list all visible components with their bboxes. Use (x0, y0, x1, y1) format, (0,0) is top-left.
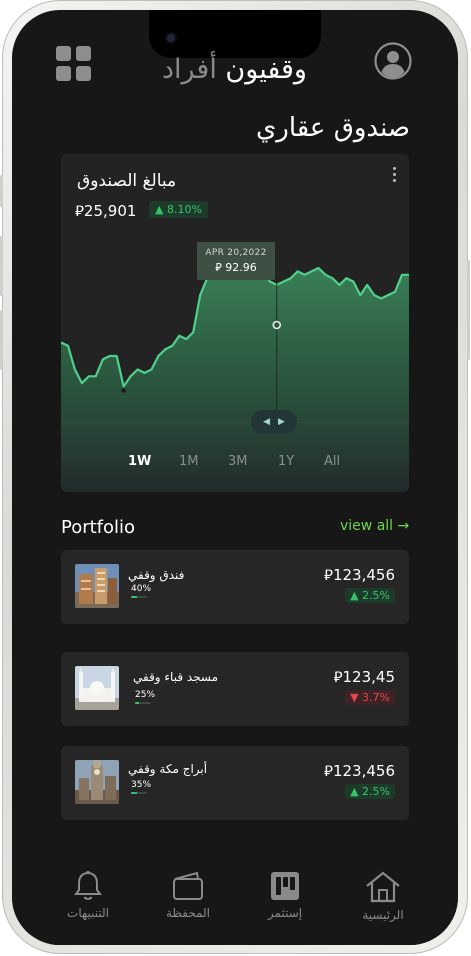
camera-icon (167, 34, 175, 42)
app-title-main: وقفيون (225, 54, 307, 85)
chart-highlight-point[interactable] (272, 320, 282, 330)
app-title: وقفيون أفراد (162, 54, 307, 85)
menu-grid-icon[interactable] (56, 46, 92, 82)
page-title: صندوق عقاري (255, 113, 410, 143)
period-all[interactable]: All (324, 454, 340, 469)
portfolio-item[interactable]: أبراج مكة وقفي 35% ⃁123,456 ▲ 2.5% (61, 746, 409, 820)
portfolio-item-name: فندق وقفي (128, 568, 185, 582)
fund-change-badge: ▲ 8.10% (149, 201, 208, 218)
tab-invest[interactable]: إستثمر (245, 870, 325, 920)
wallet-icon (173, 871, 203, 900)
fund-amount: ⃁25,901 (75, 202, 136, 221)
portfolio-item-pct: 25% (135, 690, 156, 700)
period-selector: 1W 1M 3M 1Y All (61, 454, 409, 474)
tab-notifications[interactable]: التنبيهات (48, 870, 128, 920)
portfolio-item-change: ▲ 2.5% (345, 784, 395, 799)
portfolio-item-change: ▲ 2.5% (345, 588, 395, 603)
phone-screen: وقفيون أفراد صندوق عقاري مبالغ الصندوق ⃁… (12, 10, 458, 945)
notch (149, 10, 321, 58)
portfolio-title: Portfolio (61, 517, 136, 538)
volume-up-button (0, 175, 3, 207)
profile-avatar-icon[interactable] (374, 42, 412, 80)
view-all-link[interactable]: view all → (340, 518, 409, 534)
tab-wallet[interactable]: المحفظة (148, 870, 228, 920)
portfolio-item-name: أبراج مكة وقفي (128, 762, 208, 776)
tooltip-value: 92.96 (225, 261, 257, 274)
portfolio-item-progress (135, 702, 151, 704)
portfolio-item-amount: ⃁123,456 (324, 566, 395, 584)
period-3m[interactable]: 3M (228, 454, 248, 469)
mosque-thumbnail (75, 666, 119, 710)
tab-label: الرئيسية (362, 908, 404, 922)
home-icon (366, 871, 400, 903)
period-1w[interactable]: 1W (128, 454, 151, 469)
period-1m[interactable]: 1M (179, 454, 199, 469)
portfolio-item[interactable]: مسجد قباء وقفي 25% ⃁123,45 ▼ 3.7% (61, 652, 409, 726)
more-options-icon[interactable] (391, 167, 397, 183)
app-title-muted: أفراد (162, 54, 226, 85)
power-button (467, 260, 470, 360)
towers-thumbnail (75, 760, 119, 804)
chart-tooltip: APR 20,2022 ⃁ 92.96 (197, 242, 275, 280)
portfolio-item-change: ▼ 3.7% (345, 690, 395, 705)
portfolio-item-progress (131, 792, 147, 794)
tooltip-currency: ⃁ (215, 261, 222, 274)
volume-lower-button (0, 310, 3, 370)
hotel-thumbnail (75, 564, 119, 608)
chevron-right-icon: ▶ (278, 417, 285, 427)
invest-icon (271, 872, 299, 900)
portfolio-item-name: مسجد قباء وقفي (133, 670, 219, 684)
period-1y[interactable]: 1Y (278, 454, 294, 469)
tab-label: إستثمر (267, 906, 303, 920)
chart-point-marker (121, 388, 126, 393)
tooltip-value-row: ⃁ 92.96 (197, 261, 275, 275)
portfolio-item[interactable]: فندق وقفي 40% ⃁123,456 ▲ 2.5% (61, 550, 409, 624)
portfolio-item-progress (131, 596, 147, 598)
chevron-left-icon: ◀ (263, 417, 270, 427)
portfolio-item-amount: ⃁123,456 (324, 762, 395, 780)
tab-home[interactable]: الرئيسية (343, 870, 423, 922)
portfolio-item-pct: 35% (131, 780, 152, 790)
tooltip-date: APR 20,2022 (205, 248, 267, 258)
volume-down-button (0, 236, 3, 296)
fund-card-title: مبالغ الصندوق (77, 171, 177, 191)
tab-label: التنبيهات (67, 906, 109, 920)
chart-range-handle[interactable]: ◀ ▶ (251, 410, 297, 434)
bottom-tab-bar: التنبيهات المحفظة إستثمر الرئيسية (12, 850, 458, 945)
bell-icon (74, 870, 102, 900)
portfolio-item-amount: ⃁123,45 (333, 668, 395, 686)
portfolio-item-pct: 40% (131, 584, 152, 594)
fund-card: مبالغ الصندوق ⃁25,901 ▲ 8.10% APR 20,202… (61, 154, 409, 492)
fund-amount-value: 25,901 (83, 202, 137, 220)
currency-symbol: ⃁ (75, 202, 84, 220)
tab-label: المحفظة (165, 906, 211, 920)
